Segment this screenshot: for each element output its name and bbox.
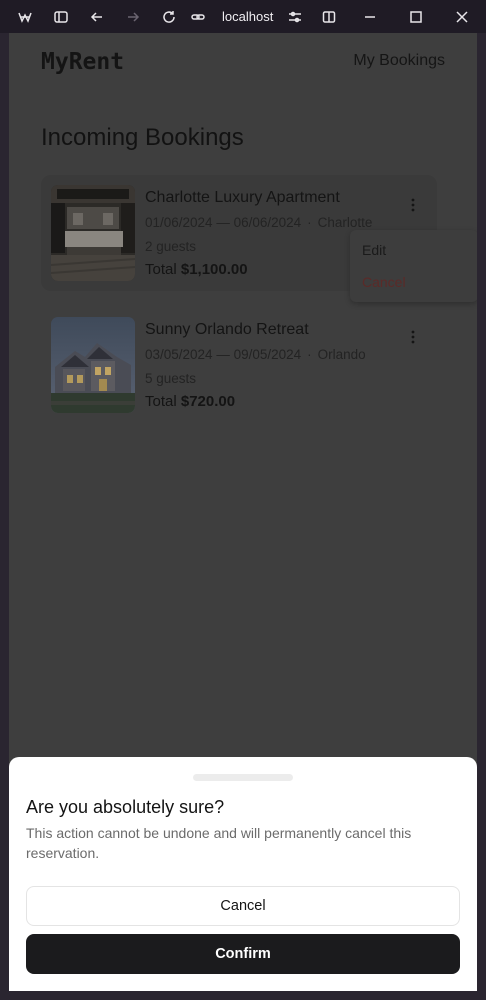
menu-item-cancel[interactable]: Cancel <box>362 274 406 290</box>
dialog-description: This action cannot be undone and will pe… <box>26 825 412 861</box>
booking-title[interactable]: Charlotte Luxury Apartment <box>145 189 340 207</box>
sheet-drag-handle[interactable] <box>193 774 293 781</box>
split-view-icon[interactable] <box>317 5 341 29</box>
total-value: $1,100.00 <box>180 261 248 278</box>
booking-city: Charlotte <box>317 215 373 230</box>
browser-logo-icon[interactable] <box>13 5 37 29</box>
booking-title[interactable]: Sunny Orlando Retreat <box>145 321 309 339</box>
my-bookings-link[interactable]: My Bookings <box>353 52 445 70</box>
booking-guests: 2 guests <box>145 239 197 254</box>
address-bar-url[interactable]: localhost <box>222 9 273 24</box>
total-label: Total <box>145 261 177 278</box>
more-options-icon[interactable] <box>401 193 425 217</box>
menu-item-edit[interactable]: Edit <box>362 242 386 258</box>
sidebar-toggle-icon[interactable] <box>49 5 73 29</box>
booking-meta: 03/05/2024 — 09/05/2024 · Orlando <box>145 347 366 362</box>
dialog-title: Are you absolutely sure? <box>26 797 225 817</box>
total-value: $720.00 <box>180 393 236 410</box>
back-icon[interactable] <box>85 5 109 29</box>
brand-logo[interactable]: MyRent <box>41 49 124 75</box>
minimize-icon[interactable] <box>358 5 382 29</box>
booking-total: Total $720.00 <box>145 393 235 410</box>
reload-icon[interactable] <box>157 5 181 29</box>
booking-actions-menu: Edit Cancel <box>350 230 477 302</box>
booking-card: Sunny Orlando Retreat 03/05/2024 — 09/05… <box>41 307 437 423</box>
browser-toolbar: localhost <box>0 0 486 33</box>
forward-icon[interactable] <box>121 5 145 29</box>
total-label: Total <box>145 393 177 410</box>
booking-dates: 03/05/2024 — 09/05/2024 <box>145 347 302 362</box>
booking-dates: 01/06/2024 — 06/06/2024 <box>145 215 302 230</box>
house-photo <box>51 317 135 413</box>
booking-city: Orlando <box>317 347 366 362</box>
link-icon <box>186 5 210 29</box>
booking-guests: 5 guests <box>145 371 197 386</box>
site-controls-icon[interactable] <box>283 5 307 29</box>
meta-separator: · <box>307 215 312 230</box>
page-title: Incoming Bookings <box>41 124 244 151</box>
more-options-icon[interactable] <box>401 325 425 349</box>
cancel-button[interactable]: Cancel <box>26 886 460 926</box>
booking-total: Total $1,100.00 <box>145 261 248 278</box>
app-viewport: MyRent My Bookings Incoming Bookings Cha… <box>9 33 477 991</box>
apartment-photo <box>51 185 135 281</box>
maximize-icon[interactable] <box>404 5 428 29</box>
confirm-button[interactable]: Confirm <box>26 934 460 974</box>
meta-separator: · <box>307 347 312 362</box>
close-icon[interactable] <box>450 5 474 29</box>
booking-meta: 01/06/2024 — 06/06/2024 · Charlotte <box>145 215 372 230</box>
confirm-cancel-sheet: Are you absolutely sure? This action can… <box>9 757 477 991</box>
